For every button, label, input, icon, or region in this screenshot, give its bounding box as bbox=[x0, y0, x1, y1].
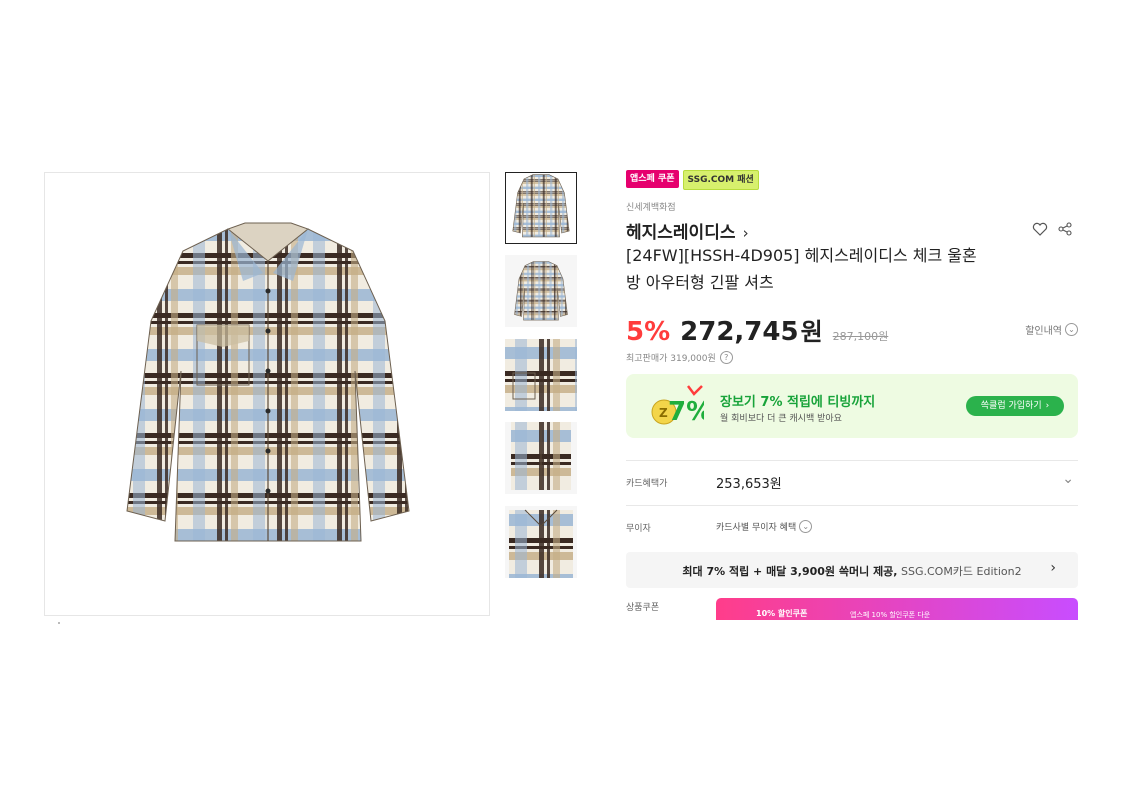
chevron-right-icon: › bbox=[1050, 560, 1056, 576]
badge-row: 앱스페 쿠폰 SSG.COM 패션 bbox=[626, 170, 1078, 190]
coin-percent-icon: Z 7% bbox=[651, 385, 704, 427]
promo-headline: 장보기 7% 적립에 티빙까지 bbox=[720, 395, 876, 410]
card-benefit-row[interactable]: 카드혜택가 253,653원 ⌄ bbox=[626, 461, 1078, 505]
chevron-right-icon: › bbox=[1045, 401, 1050, 411]
main-product-image[interactable] bbox=[44, 172, 490, 616]
product-coupon-label: 상품쿠폰 bbox=[626, 603, 660, 613]
coupon-subtitle: 앱스페 10% 할인쿠폰 다운 bbox=[850, 611, 931, 619]
svg-text:Z: Z bbox=[659, 406, 668, 420]
chevron-right-icon[interactable]: › bbox=[743, 224, 749, 242]
heart-icon[interactable] bbox=[1032, 222, 1048, 236]
product-title: [24FW][HSSH-4D905] 헤지스레이디스 체크 울혼 방 아우터형 … bbox=[626, 242, 1026, 296]
card-benefit-price: 253,653원 bbox=[716, 477, 782, 492]
promo-subtext: 월 회비보다 더 큰 캐시백 받아요 bbox=[720, 414, 842, 424]
ssg-card-banner[interactable]: 최대 7% 적립 + 매달 3,900원 쓱머니 제공, SSG.COM카드 E… bbox=[626, 552, 1078, 588]
app-coupon-badge: 앱스페 쿠폰 bbox=[626, 170, 679, 188]
thumbnail-detail-pocket bbox=[505, 339, 577, 411]
chevron-down-icon: ⌄ bbox=[799, 520, 813, 533]
product-info-panel: 앱스페 쿠폰 SSG.COM 패션 신세계백화점 헤지스레이디스 › [24FW… bbox=[626, 170, 1078, 638]
card-benefit-label: 카드혜택가 bbox=[626, 479, 668, 489]
thumbnail-shirt-back bbox=[514, 261, 568, 321]
thumbnail-5[interactable] bbox=[505, 506, 577, 578]
interest-free-link[interactable]: 카드사별 무이자 혜택 ⌄ bbox=[716, 520, 813, 533]
join-ssg-club-button[interactable]: 쓱클럽 가입하기 › bbox=[966, 396, 1064, 416]
question-icon[interactable]: ? bbox=[719, 350, 733, 364]
ssg-club-promo-banner[interactable]: Z 7% 장보기 7% 적립에 티빙까지 월 회비보다 더 큰 캐시백 받아요 … bbox=[626, 374, 1078, 438]
price-row: 5% 272,745 원 287,100원 할인내역 ⌄ bbox=[626, 312, 1078, 348]
product-title-line-1: [24FW][HSSH-4D905] 헤지스레이디스 체크 울혼 bbox=[626, 246, 977, 265]
price-unit: 원 bbox=[800, 318, 823, 346]
interest-free-text: 카드사별 무이자 혜택 bbox=[716, 523, 797, 533]
discount-rate: 5% bbox=[626, 317, 671, 347]
interest-free-row: 무이자 카드사별 무이자 혜택 ⌄ bbox=[626, 506, 1078, 550]
highest-price-note: 최고판매가 319,000원 ? bbox=[626, 350, 1078, 364]
brand-row: 헤지스레이디스 › bbox=[626, 218, 1078, 243]
plaid-shirt-image bbox=[126, 222, 410, 542]
highest-price-text: 최고판매가 319,000원 bbox=[626, 353, 716, 364]
product-coupon-row: 상품쿠폰 10% 할인쿠폰 앱스페 10% 할인쿠폰 다운 bbox=[626, 598, 1078, 638]
thumbnail-shirt-front bbox=[512, 174, 570, 238]
interest-free-label: 무이자 bbox=[626, 524, 651, 534]
brand-link[interactable]: 헤지스레이디스 bbox=[626, 223, 735, 243]
ssg-card-banner-text: 최대 7% 적립 + 매달 3,900원 쓱머니 제공, SSG.COM카드 E… bbox=[626, 563, 1078, 579]
sale-price: 272,745 bbox=[680, 317, 799, 347]
chevron-down-icon[interactable]: ⌄ bbox=[1062, 471, 1074, 487]
product-title-line-2: 방 아우터형 긴팔 셔츠 bbox=[626, 273, 774, 292]
coupon-title: 10% 할인쿠폰 bbox=[756, 609, 808, 618]
thumbnail-1[interactable] bbox=[505, 172, 577, 244]
image-indicator-dot bbox=[58, 622, 60, 624]
action-icons bbox=[1032, 222, 1072, 236]
promo-graphic-text: 7% bbox=[668, 397, 704, 427]
thumbnail-2[interactable] bbox=[505, 255, 577, 327]
discount-detail-link[interactable]: 할인내역 ⌄ bbox=[1025, 322, 1078, 337]
coupon-download-banner[interactable]: 10% 할인쿠폰 앱스페 10% 할인쿠폰 다운 bbox=[716, 598, 1078, 620]
thumbnail-4[interactable] bbox=[505, 422, 577, 494]
ssg-card-name: SSG.COM카드 Edition2 bbox=[897, 565, 1022, 578]
share-icon[interactable] bbox=[1058, 222, 1072, 236]
thumbnail-detail-back bbox=[509, 509, 573, 578]
original-price: 287,100원 bbox=[832, 330, 889, 343]
join-ssg-club-label: 쓱클럽 가입하기 bbox=[980, 401, 1042, 411]
ssg-fashion-badge: SSG.COM 패션 bbox=[682, 170, 759, 190]
chevron-down-icon: ⌄ bbox=[1065, 323, 1078, 336]
discount-detail-label: 할인내역 bbox=[1025, 326, 1062, 337]
ssg-card-benefit: 최대 7% 적립 + 매달 3,900원 쓱머니 제공, bbox=[682, 565, 898, 578]
store-name: 신세계백화점 bbox=[626, 203, 676, 213]
thumbnail-3[interactable] bbox=[505, 339, 577, 411]
thumbnail-detail-hem bbox=[511, 422, 571, 490]
